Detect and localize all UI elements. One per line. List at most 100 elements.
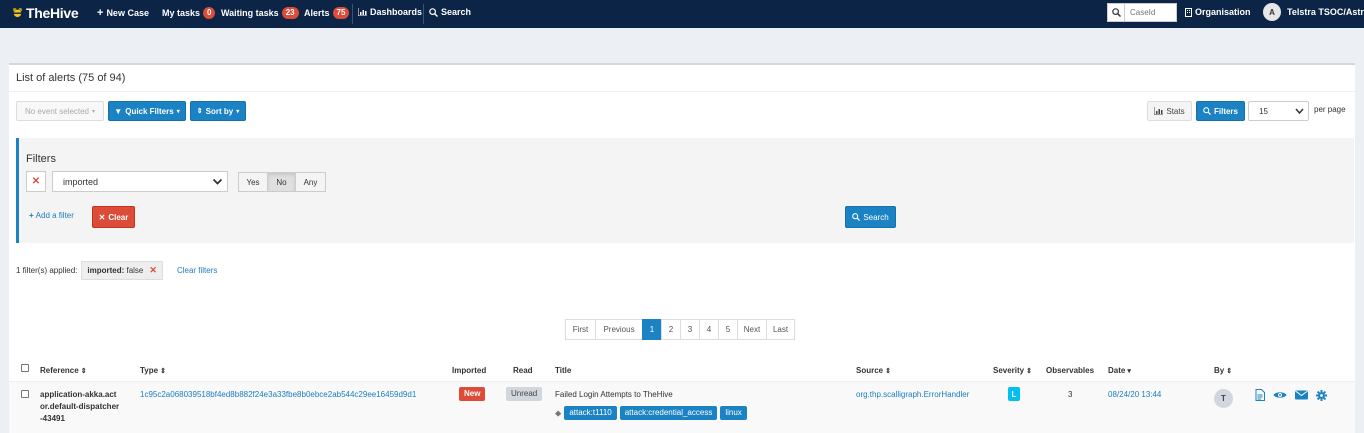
tag-icon: ⬥ — [555, 407, 562, 418]
option-no-button[interactable]: No — [267, 172, 296, 192]
my-tasks-link[interactable]: My tasks 0 — [162, 7, 216, 19]
event-selector[interactable]: No event selected ▾ — [16, 101, 104, 121]
header-observables: Observables — [1046, 366, 1095, 375]
close-icon: ✕ — [98, 212, 106, 222]
header-severity[interactable]: Severity ⇕ — [993, 366, 1032, 375]
nav-divider — [352, 4, 353, 24]
dashboards-link[interactable]: Dashboards — [358, 7, 422, 17]
applied-filters: 1 filter(s) applied: imported: false ✕ C… — [16, 261, 217, 280]
new-case-label: New Case — [106, 8, 149, 18]
per-page-select[interactable]: 15 — [1248, 101, 1309, 121]
building-icon — [1185, 7, 1192, 17]
reference-line-1: application-akka.act — [40, 390, 117, 399]
filters-box: Filters ✕ imported Yes No Any + Add a fi… — [16, 138, 1354, 243]
search-filters-button[interactable]: Search — [845, 206, 896, 228]
clear-filters-button[interactable]: ✕ Clear — [92, 206, 135, 228]
option-yes-button[interactable]: Yes — [238, 172, 268, 192]
severity-badge: L — [1008, 387, 1020, 401]
new-case-button[interactable]: + New Case — [97, 7, 149, 19]
filters-toggle-button[interactable]: Filters — [1196, 101, 1245, 121]
page-first[interactable]: First — [565, 319, 596, 340]
alerts-link[interactable]: Alerts 75 — [304, 7, 350, 19]
tag-label[interactable]: linux — [720, 406, 747, 420]
brand-logo[interactable]: TheHive — [12, 5, 79, 21]
user-avatar: A — [1263, 3, 1281, 21]
alert-tags: ⬥ attack:t1110 attack:credential_access … — [555, 406, 747, 420]
plus-icon: + — [29, 211, 34, 220]
quick-filters-button[interactable]: ▼ Quick Filters ▾ — [108, 101, 186, 121]
page-2[interactable]: 2 — [661, 319, 681, 340]
search-icon — [429, 7, 438, 17]
header-type[interactable]: Type ⇕ — [140, 366, 166, 375]
sort-by-button[interactable]: ⇕ Sort by ▾ — [190, 101, 246, 121]
read-status[interactable]: Unread — [506, 387, 543, 401]
page-next[interactable]: Next — [737, 319, 767, 340]
chevron-down-icon — [212, 178, 223, 185]
page-3[interactable]: 3 — [680, 319, 700, 340]
plus-icon: + — [97, 7, 104, 19]
sort-icon: ⇕ — [80, 367, 87, 375]
preview-document-icon[interactable] — [1255, 389, 1265, 401]
header-reference-label: Reference — [40, 366, 79, 375]
page-4[interactable]: 4 — [699, 319, 719, 340]
filter-field-value: imported — [63, 176, 99, 187]
header-date[interactable]: Date ▾ — [1108, 366, 1131, 375]
select-all-checkbox[interactable] — [21, 364, 29, 372]
remove-chip-icon[interactable]: ✕ — [149, 265, 157, 276]
clear-filters-link[interactable]: Clear filters — [177, 266, 217, 275]
alert-source-link[interactable]: org.thp.scalligraph.ErrorHandler — [856, 390, 969, 399]
event-selector-label: No event selected — [24, 106, 90, 116]
waiting-tasks-label: Waiting tasks — [221, 8, 279, 18]
organisation-label: Organisation — [1195, 7, 1251, 17]
waiting-tasks-badge: 23 — [281, 7, 299, 19]
page-5[interactable]: 5 — [718, 319, 738, 340]
search-link[interactable]: Search — [429, 7, 471, 17]
row-checkbox[interactable] — [21, 390, 29, 398]
tag-label[interactable]: attack:t1110 — [564, 406, 617, 420]
severity-cell: L — [1008, 387, 1020, 401]
add-filter-link[interactable]: + Add a filter — [29, 211, 74, 220]
filter-field-select[interactable]: imported — [52, 171, 228, 192]
tag-label[interactable]: attack:credential_access — [619, 406, 718, 420]
alert-type-link[interactable]: 1c95c2a068039518bf4ed8b882f24e3a33fbe8b0… — [140, 390, 416, 399]
reference-line-3: -43491 — [40, 414, 65, 423]
alert-reference: application-akka.act or.default-dispatch… — [40, 389, 119, 425]
sort-icon: ⇕ — [1226, 367, 1233, 375]
page-1[interactable]: 1 — [642, 319, 662, 340]
sort-icon: ⇕ — [1026, 367, 1033, 375]
organisation-link[interactable]: Organisation — [1185, 7, 1251, 17]
header-severity-label: Severity — [993, 366, 1025, 375]
alerts-panel: List of alerts (75 of 94) No event selec… — [9, 63, 1355, 433]
search-icon — [1111, 8, 1121, 17]
caret-down-icon: ▾ — [92, 108, 96, 115]
filter-chip-key: imported: — [87, 266, 125, 275]
header-source[interactable]: Source ⇕ — [856, 366, 891, 375]
caseid-search — [1107, 3, 1177, 22]
per-page-value: 15 — [1259, 106, 1268, 116]
envelope-icon[interactable] — [1295, 390, 1308, 400]
alert-date-link[interactable]: 08/24/20 13:44 — [1108, 390, 1161, 399]
page-last[interactable]: Last — [766, 319, 795, 340]
funnel-icon: ▼ — [114, 106, 123, 116]
applied-filters-text: 1 filter(s) applied: — [16, 266, 78, 275]
option-any-button[interactable]: Any — [295, 172, 326, 192]
caseid-search-button[interactable] — [1107, 3, 1125, 22]
quick-filters-label: Quick Filters — [125, 106, 174, 116]
remove-filter-button[interactable]: ✕ — [26, 171, 46, 192]
row-actions — [1255, 389, 1327, 401]
header-reference[interactable]: Reference ⇕ — [40, 366, 87, 375]
gear-icon[interactable] — [1316, 389, 1327, 401]
user-menu[interactable]: A Telstra TSOC/Astrid — [1263, 3, 1364, 21]
new-badge: New — [459, 387, 486, 401]
imported-toggle-group: Yes No Any — [238, 172, 326, 192]
filter-chip: imported: false ✕ — [81, 261, 163, 280]
add-filter-label: Add a filter — [35, 211, 74, 220]
caseid-input[interactable] — [1125, 3, 1177, 22]
per-page-label: per page — [1314, 105, 1346, 114]
stats-button[interactable]: Stats — [1147, 101, 1192, 121]
waiting-tasks-link[interactable]: Waiting tasks 23 — [221, 7, 299, 19]
sort-icon: ⇕ — [196, 108, 203, 115]
page-previous[interactable]: Previous — [595, 319, 643, 340]
eye-icon[interactable] — [1273, 390, 1287, 400]
header-by[interactable]: By ⇕ — [1214, 366, 1232, 375]
